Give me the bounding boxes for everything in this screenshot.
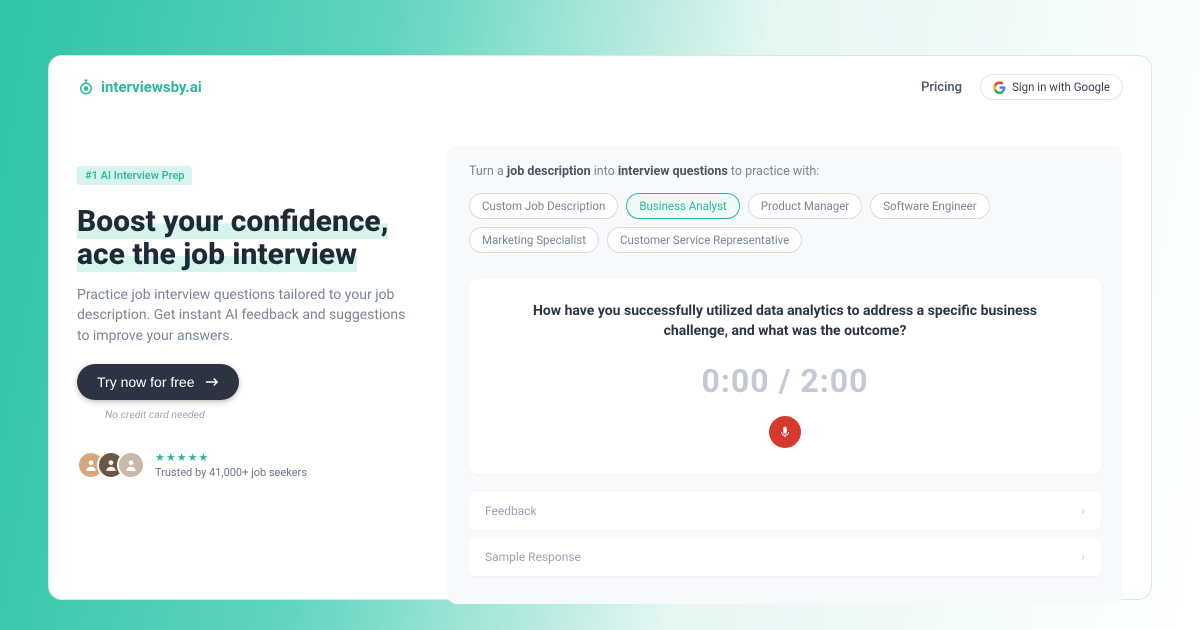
avatar-stack bbox=[77, 451, 145, 479]
cta-button[interactable]: Try now for free bbox=[77, 364, 239, 400]
trusted-label: Trusted by 41,000+ job seekers bbox=[155, 466, 307, 479]
hero-badge: #1 AI Interview Prep bbox=[77, 166, 192, 185]
role-pill[interactable]: Marketing Specialist bbox=[469, 227, 599, 253]
cta-subtext: No credit card needed bbox=[105, 408, 407, 421]
role-pill[interactable]: Customer Service Representative bbox=[607, 227, 802, 253]
google-signin-label: Sign in with Google bbox=[1012, 80, 1110, 94]
brand-name: interviewsby.ai bbox=[101, 78, 202, 96]
sample-label: Sample Response bbox=[485, 550, 581, 564]
chevron-right-icon: › bbox=[1081, 504, 1085, 518]
sample-response-row[interactable]: Sample Response › bbox=[469, 538, 1101, 576]
role-pill[interactable]: Software Engineer bbox=[870, 193, 989, 219]
arrow-right-icon bbox=[205, 377, 219, 387]
accordion: Feedback › Sample Response › bbox=[469, 492, 1101, 576]
prompt-pre: Turn a bbox=[469, 164, 507, 179]
hero-column: #1 AI Interview Prep Boost your confiden… bbox=[77, 146, 407, 604]
headline-line2: ace the job interview bbox=[77, 237, 357, 272]
avatar bbox=[117, 451, 145, 479]
top-nav: interviewsby.ai Pricing Sign in with Goo… bbox=[77, 74, 1123, 100]
role-pill[interactable]: Custom Job Description bbox=[469, 193, 618, 219]
timer-current: 0:00 bbox=[702, 362, 770, 400]
nav-right: Pricing Sign in with Google bbox=[921, 74, 1123, 100]
prompt-mid: into bbox=[591, 164, 618, 179]
pricing-link[interactable]: Pricing bbox=[921, 80, 962, 95]
brand-logo[interactable]: interviewsby.ai bbox=[77, 78, 202, 96]
social-text: ★★★★★ Trusted by 41,000+ job seekers bbox=[155, 451, 307, 479]
question-card: How have you successfully utilized data … bbox=[469, 279, 1101, 474]
chevron-right-icon: › bbox=[1081, 550, 1085, 564]
hero-subtext: Practice job interview questions tailore… bbox=[77, 285, 407, 346]
google-icon bbox=[993, 81, 1006, 94]
star-rating: ★★★★★ bbox=[155, 451, 307, 464]
headline-line1: Boost your confidence, bbox=[77, 204, 388, 239]
prompt-bold2: interview questions bbox=[618, 164, 728, 179]
google-signin-button[interactable]: Sign in with Google bbox=[980, 74, 1123, 100]
timer-total: 2:00 bbox=[800, 362, 868, 400]
question-text: How have you successfully utilized data … bbox=[525, 301, 1045, 342]
prompt-bold1: job description bbox=[507, 164, 591, 179]
app-window: interviewsby.ai Pricing Sign in with Goo… bbox=[48, 55, 1152, 600]
main-content: #1 AI Interview Prep Boost your confiden… bbox=[77, 146, 1123, 604]
role-pills: Custom Job Description Business Analyst Pr… bbox=[469, 193, 1101, 253]
prompt-post: to practice with: bbox=[728, 164, 820, 179]
feedback-row[interactable]: Feedback › bbox=[469, 492, 1101, 530]
timer-display: 0:00 / 2:00 bbox=[499, 362, 1071, 400]
cta-label: Try now for free bbox=[97, 374, 195, 390]
brand-icon bbox=[77, 78, 95, 96]
role-pill[interactable]: Product Manager bbox=[748, 193, 862, 219]
role-pill[interactable]: Business Analyst bbox=[626, 193, 739, 219]
practice-panel: Turn a job description into interview qu… bbox=[447, 146, 1123, 604]
feedback-label: Feedback bbox=[485, 504, 537, 518]
social-proof: ★★★★★ Trusted by 41,000+ job seekers bbox=[77, 451, 407, 479]
mic-icon bbox=[778, 425, 792, 439]
record-button[interactable] bbox=[769, 416, 801, 448]
hero-headline: Boost your confidence, ace the job inter… bbox=[77, 205, 407, 271]
prompt-text: Turn a job description into interview qu… bbox=[469, 164, 1101, 179]
